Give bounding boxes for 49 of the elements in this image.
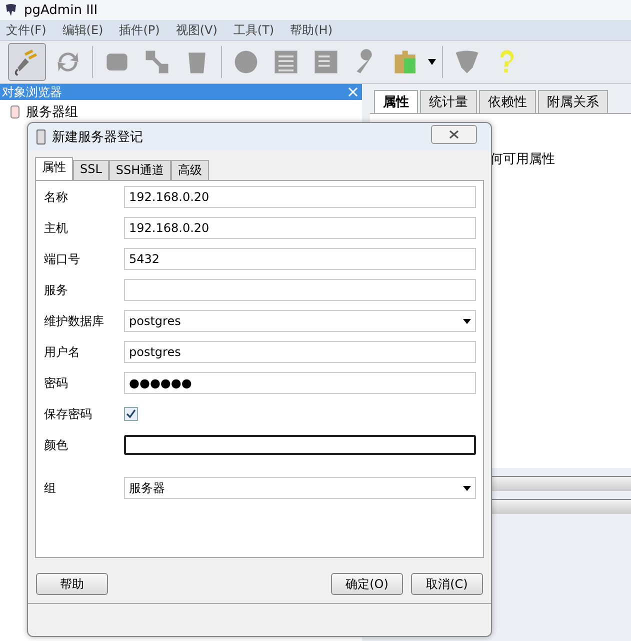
field-label: 端口号 <box>43 250 81 268</box>
tab[interactable]: SSL <box>73 160 109 180</box>
password-field[interactable]: ●●●●●● <box>124 372 476 394</box>
field-label: 用户名 <box>43 344 81 360</box>
menu-item[interactable]: 插件(P) <box>113 20 166 40</box>
tab[interactable]: 属性 <box>35 157 73 180</box>
text-field[interactable]: postgres <box>124 341 476 363</box>
tab[interactable]: 高级 <box>171 160 210 180</box>
text-field[interactable] <box>124 279 476 301</box>
text-field[interactable]: 192.168.0.20 <box>124 186 476 208</box>
text-field[interactable]: 5432 <box>124 248 476 270</box>
ok-button[interactable]: 确定(O) <box>331 573 403 595</box>
field-label: 名称 <box>43 188 69 206</box>
tab[interactable]: 附属关系 <box>538 90 608 113</box>
close-icon <box>449 130 459 139</box>
field-label: 保存密码 <box>43 406 93 422</box>
field-label: 密码 <box>43 374 69 392</box>
menu-item[interactable]: 文件(F) <box>0 20 52 40</box>
tree-item[interactable]: 服务器组 <box>26 103 78 121</box>
tab[interactable]: SSH通道 <box>108 160 172 180</box>
menu-item[interactable]: 编辑(E) <box>56 20 110 40</box>
dropdown-field[interactable]: postgres <box>124 310 476 332</box>
window-title: pgAdmin III <box>24 2 98 18</box>
dropdown-arrow-icon <box>463 318 471 324</box>
dropdown-arrow-icon <box>463 486 471 490</box>
panel-title: 对象浏览器 <box>2 84 62 100</box>
cancel-button[interactable]: 取消(C) <box>411 573 483 595</box>
tab[interactable]: 依赖性 <box>479 90 536 113</box>
caret-icon[interactable] <box>428 59 436 65</box>
dropdown-field[interactable]: 服务器 <box>124 477 476 499</box>
tab[interactable]: 属性 <box>374 90 418 113</box>
field-label: 颜色 <box>43 436 69 454</box>
color-field[interactable] <box>124 435 476 455</box>
field-label: 组 <box>43 480 57 496</box>
help-button[interactable]: 帮助 <box>36 573 108 595</box>
tab[interactable]: 统计量 <box>420 90 477 113</box>
text-field[interactable]: 192.168.0.20 <box>124 217 476 239</box>
field-label: 服务 <box>43 282 69 298</box>
plug-icon[interactable] <box>8 43 46 81</box>
close-icon[interactable] <box>348 87 358 97</box>
checkbox[interactable] <box>124 407 138 421</box>
field-label: 主机 <box>43 220 69 236</box>
field-label: 维护数据库 <box>43 312 105 330</box>
menu-item[interactable]: 工具(T) <box>227 20 280 40</box>
server-icon <box>36 129 46 145</box>
close-button[interactable] <box>431 125 477 144</box>
menu-item[interactable]: 视图(V) <box>170 20 224 40</box>
dialog-title: 新建服务器登记 <box>52 129 143 146</box>
menu-item[interactable]: 帮助(H) <box>284 20 338 40</box>
